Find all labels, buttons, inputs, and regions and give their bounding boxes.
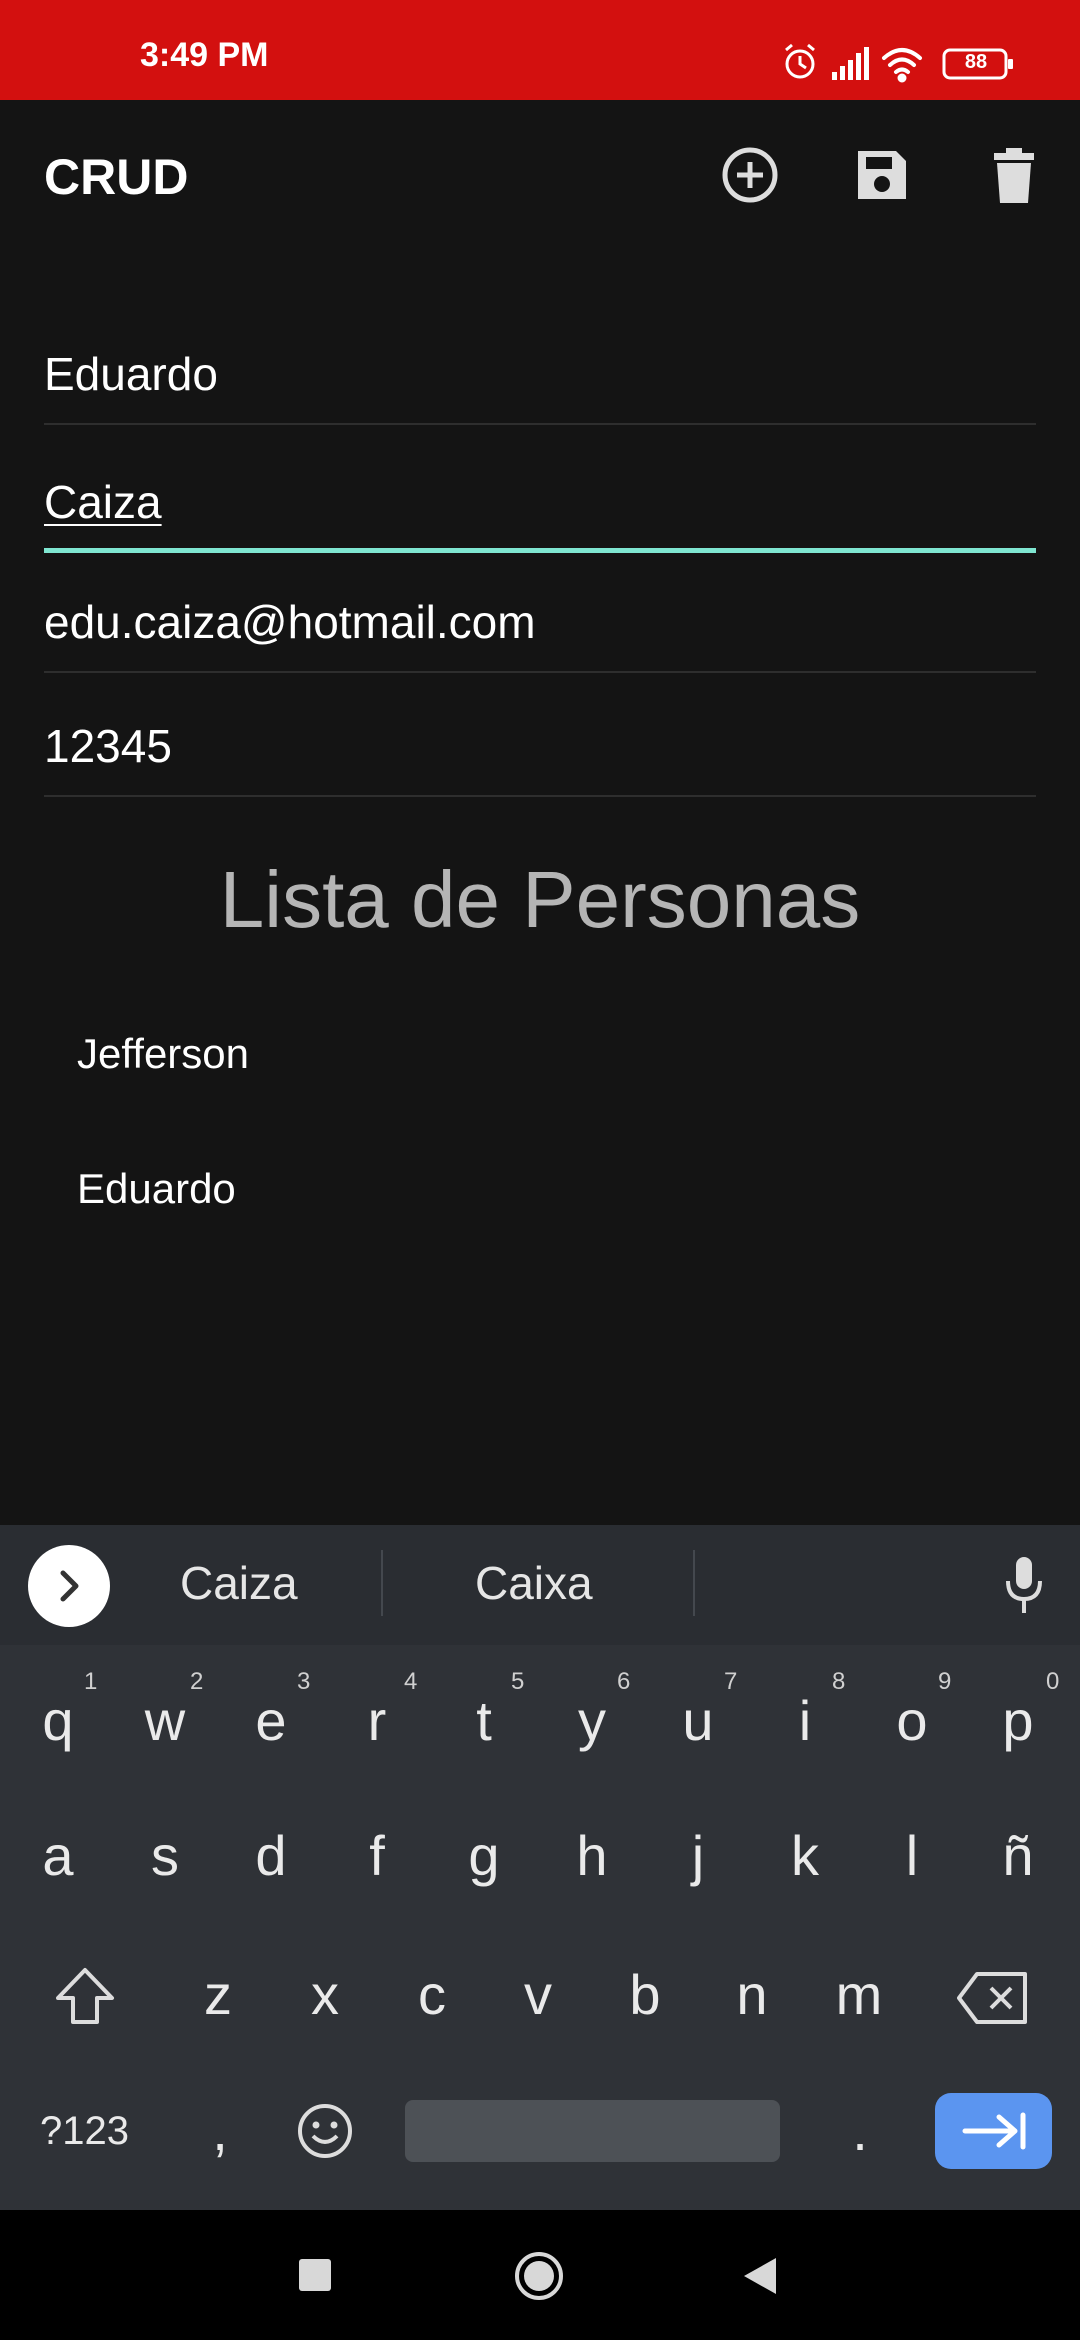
password-field-value: 12345 [44, 720, 172, 772]
emoji-icon[interactable] [296, 2102, 354, 2160]
key-v[interactable]: v [508, 1967, 568, 2023]
key-f[interactable]: f [347, 1828, 407, 1884]
key-p[interactable]: p [988, 1693, 1048, 1749]
key-m[interactable]: m [829, 1967, 889, 2023]
back-icon[interactable] [742, 2256, 778, 2296]
field-underline [44, 795, 1036, 797]
key-c[interactable]: c [402, 1967, 462, 2023]
email-field-value: edu.caiza@hotmail.com [44, 596, 536, 648]
field-underline [44, 423, 1036, 425]
key-hint: 6 [617, 1668, 631, 1695]
lastname-field[interactable]: Caiza [44, 453, 1036, 553]
key-hint: 0 [1046, 1668, 1060, 1695]
status-time: 3:49 PM [140, 36, 269, 74]
key-r[interactable]: r [347, 1693, 407, 1749]
comma-key[interactable]: , [190, 2103, 250, 2159]
suggestion-1[interactable]: Caiza [180, 1560, 298, 1606]
key-y[interactable]: y [562, 1693, 622, 1749]
enter-key[interactable] [935, 2093, 1052, 2169]
symbols-key[interactable]: ?123 [40, 2111, 129, 2151]
period-key[interactable]: . [830, 2103, 890, 2159]
shift-icon[interactable] [52, 1964, 118, 2030]
microphone-icon[interactable] [1000, 1555, 1048, 1617]
key-h[interactable]: h [562, 1828, 622, 1884]
list-item[interactable]: Eduardo [77, 1168, 236, 1210]
key-s[interactable]: s [135, 1828, 195, 1884]
key-hint: 7 [724, 1668, 738, 1695]
suggestion-divider [693, 1550, 695, 1616]
key-g[interactable]: g [454, 1828, 514, 1884]
email-field[interactable]: edu.caiza@hotmail.com [44, 573, 1036, 673]
chevron-right-icon [60, 1570, 79, 1602]
key-l[interactable]: l [882, 1828, 942, 1884]
key-j[interactable]: j [668, 1828, 728, 1884]
key-o[interactable]: o [882, 1693, 942, 1749]
key-t[interactable]: t [454, 1693, 514, 1749]
key-q[interactable]: q [28, 1693, 88, 1749]
key-n-tilde[interactable]: ñ [988, 1828, 1048, 1884]
field-underline [44, 671, 1036, 673]
password-field[interactable]: 12345 [44, 697, 1036, 797]
key-d[interactable]: d [241, 1828, 301, 1884]
signal-icon [832, 47, 869, 80]
key-b[interactable]: b [615, 1967, 675, 2023]
alarm-icon [785, 43, 815, 79]
key-hint: 9 [938, 1668, 952, 1695]
key-e[interactable]: e [241, 1693, 301, 1749]
key-x[interactable]: x [295, 1967, 355, 2023]
delete-icon[interactable] [982, 143, 1046, 207]
key-hint: 2 [190, 1668, 204, 1695]
name-field[interactable]: Eduardo [44, 325, 1036, 425]
key-hint: 8 [832, 1668, 846, 1695]
wifi-icon [882, 48, 922, 83]
add-circle-icon[interactable] [718, 143, 782, 207]
key-z[interactable]: z [188, 1967, 248, 2023]
key-hint: 1 [84, 1668, 98, 1695]
key-hint: 5 [511, 1668, 525, 1695]
battery-level: 88 [964, 51, 988, 73]
suggestion-2[interactable]: Caixa [475, 1560, 593, 1606]
keyboard-expand-button[interactable] [28, 1545, 110, 1627]
key-n[interactable]: n [722, 1967, 782, 2023]
list-title: Lista de Personas [219, 855, 861, 944]
recents-icon[interactable] [299, 2259, 331, 2291]
key-a[interactable]: a [28, 1828, 88, 1884]
space-key[interactable] [405, 2100, 780, 2162]
save-icon[interactable] [850, 143, 914, 207]
app-title: CRUD [44, 149, 189, 205]
lastname-field-value: Caiza [44, 476, 162, 528]
key-k[interactable]: k [775, 1828, 835, 1884]
field-underline-active [44, 548, 1036, 553]
key-i[interactable]: i [775, 1693, 835, 1749]
tab-next-icon [962, 2112, 1026, 2150]
name-field-value: Eduardo [44, 348, 218, 400]
key-hint: 3 [297, 1668, 311, 1695]
suggestion-divider [381, 1550, 383, 1616]
key-u[interactable]: u [668, 1693, 728, 1749]
backspace-icon[interactable] [955, 1970, 1031, 2026]
list-item[interactable]: Jefferson [77, 1033, 249, 1075]
home-icon[interactable] [513, 2250, 565, 2302]
key-hint: 4 [404, 1668, 418, 1695]
key-w[interactable]: w [135, 1693, 195, 1749]
